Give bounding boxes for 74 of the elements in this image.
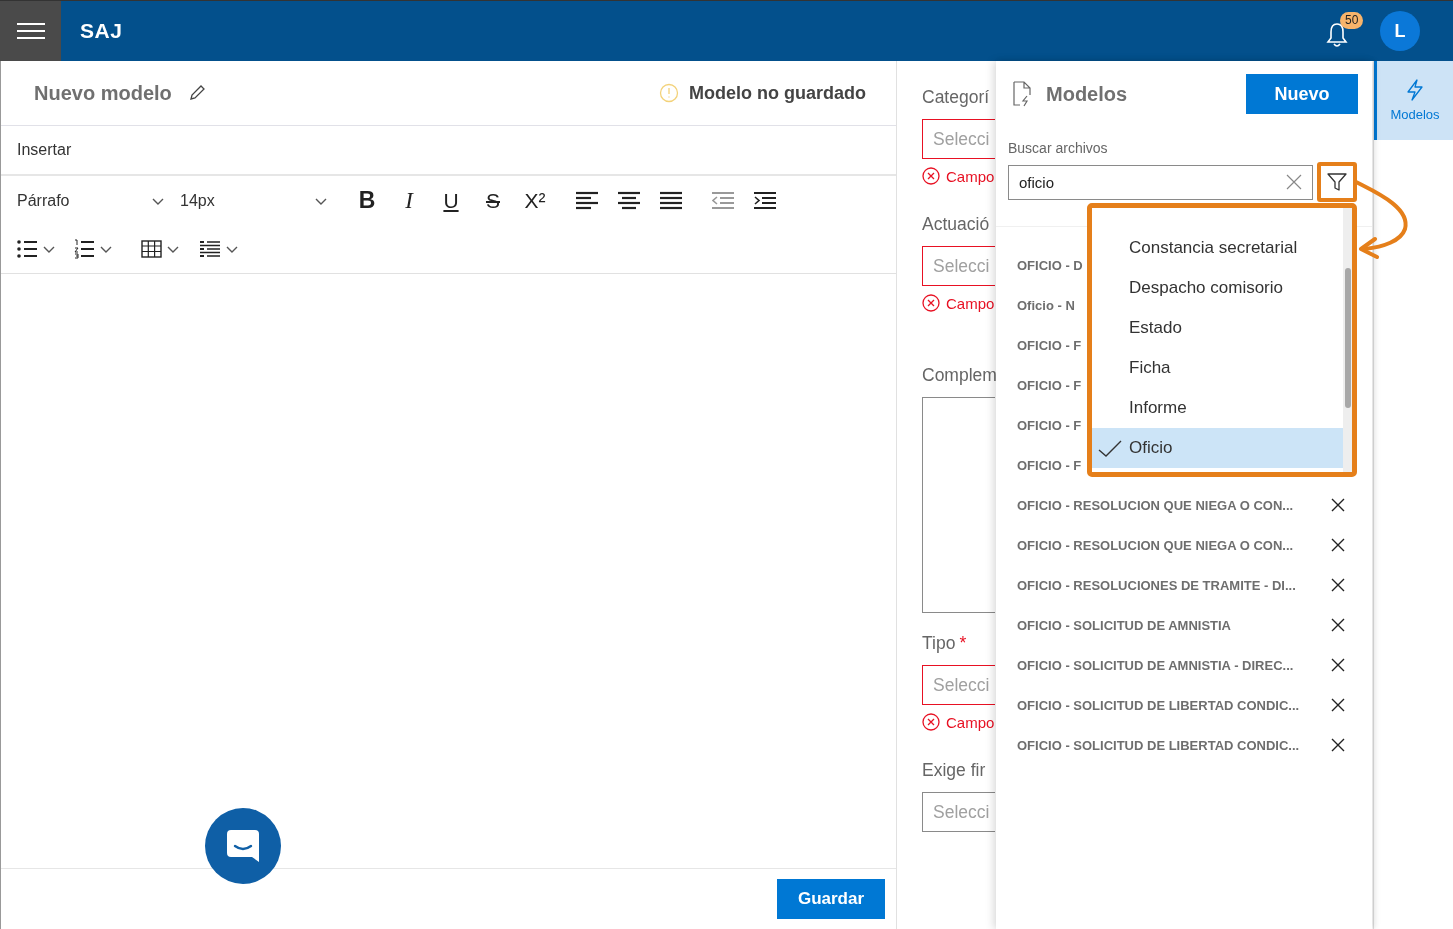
remove-icon[interactable] [1331, 578, 1345, 592]
remove-icon[interactable] [1331, 618, 1345, 632]
lightning-icon [1405, 79, 1425, 101]
justify-icon [660, 190, 682, 211]
pencil-icon[interactable] [187, 84, 206, 102]
outdent-icon [712, 190, 734, 211]
bold-button[interactable]: B [346, 183, 388, 218]
user-avatar[interactable]: L [1380, 11, 1420, 51]
error-message: Campo [946, 713, 995, 731]
field-label: Tipo [922, 633, 956, 653]
search-field[interactable]: oficio [1008, 164, 1313, 200]
document-title: Nuevo modelo [34, 81, 172, 105]
italic-button[interactable]: I [388, 183, 430, 218]
filter-icon [1327, 172, 1347, 192]
text-area[interactable] [922, 397, 995, 613]
align-left-icon [576, 190, 598, 211]
error-message: Campo [946, 294, 995, 312]
result-item[interactable]: OFICIO - RESOLUCION QUE NIEGA O CON... [1017, 537, 1331, 553]
numbered-list-icon [74, 239, 95, 259]
strikethrough-button[interactable]: S [472, 183, 514, 218]
clear-icon[interactable] [1286, 174, 1302, 190]
table-icon [141, 239, 162, 259]
scrollbar[interactable] [1343, 208, 1352, 472]
list-icon [200, 239, 221, 259]
save-button[interactable]: Guardar [777, 879, 885, 919]
bell-icon[interactable] [1326, 22, 1348, 48]
menu-icon [16, 22, 45, 40]
search-label: Buscar archivos [1008, 140, 1109, 158]
error-icon [922, 713, 940, 731]
align-center-icon [618, 190, 640, 211]
panel-title: Modelos [1046, 82, 1128, 106]
dropdown-option[interactable]: Oficio [1092, 428, 1343, 468]
menu-item[interactable]: Insertar [17, 141, 72, 159]
indent-icon [754, 190, 776, 211]
result-item[interactable]: OFICIO - RESOLUCION QUE NIEGA O CON... [1017, 497, 1331, 513]
result-item[interactable]: OFICIO - SOLICITUD DE AMNISTIA - DIREC... [1017, 657, 1331, 673]
field-label: Complem [922, 365, 997, 385]
app-name: SAJ [80, 19, 123, 43]
error-message: Campo [946, 167, 995, 185]
chat-icon [225, 828, 261, 864]
remove-icon[interactable] [1331, 538, 1345, 552]
side-tab[interactable]: Modelos [1374, 61, 1453, 140]
new-button[interactable]: Nuevo [1246, 74, 1358, 114]
error-icon [922, 294, 940, 312]
font-size-select[interactable]: 14px [180, 191, 328, 210]
warning-icon [659, 83, 679, 103]
remove-icon[interactable] [1331, 738, 1345, 752]
dropdown-option[interactable]: Constancia secretarial [1092, 228, 1343, 268]
bulleted-list-icon [17, 239, 38, 259]
remove-icon[interactable] [1331, 698, 1345, 712]
remove-icon[interactable] [1331, 498, 1345, 512]
dropdown-option[interactable]: Ficha [1092, 348, 1343, 388]
result-item[interactable]: OFICIO - RESOLUCIONES DE TRAMITE - DI... [1017, 577, 1331, 593]
superscript-button[interactable]: X² [514, 183, 556, 218]
notification-badge: 50 [1340, 12, 1364, 29]
required-marker: * [959, 633, 967, 653]
field-label: Actuació [922, 214, 990, 234]
menu-button[interactable] [0, 1, 61, 61]
field-label: Exige fir [922, 760, 986, 780]
dropdown-option[interactable]: Informe [1092, 388, 1343, 428]
dropdown-option[interactable]: Estado [1092, 308, 1343, 348]
dropdown-option[interactable]: Despacho comisorio [1092, 268, 1343, 308]
error-icon [922, 167, 940, 185]
filter-button[interactable] [1317, 162, 1357, 202]
save-status: Modelo no guardado [689, 82, 866, 104]
underline-button[interactable]: U [430, 183, 472, 218]
field-label: Categorí [922, 87, 990, 107]
document-icon [1012, 81, 1032, 107]
result-item[interactable]: OFICIO - SOLICITUD DE LIBERTAD CONDIC... [1017, 697, 1331, 713]
remove-icon[interactable] [1331, 658, 1345, 672]
result-item[interactable]: OFICIO - SOLICITUD DE AMNISTIA [1017, 617, 1331, 633]
block-format-select[interactable]: Párrafo [17, 191, 165, 210]
result-item[interactable]: OFICIO - SOLICITUD DE LIBERTAD CONDIC... [1017, 737, 1331, 753]
checkmark-icon [1098, 440, 1122, 458]
